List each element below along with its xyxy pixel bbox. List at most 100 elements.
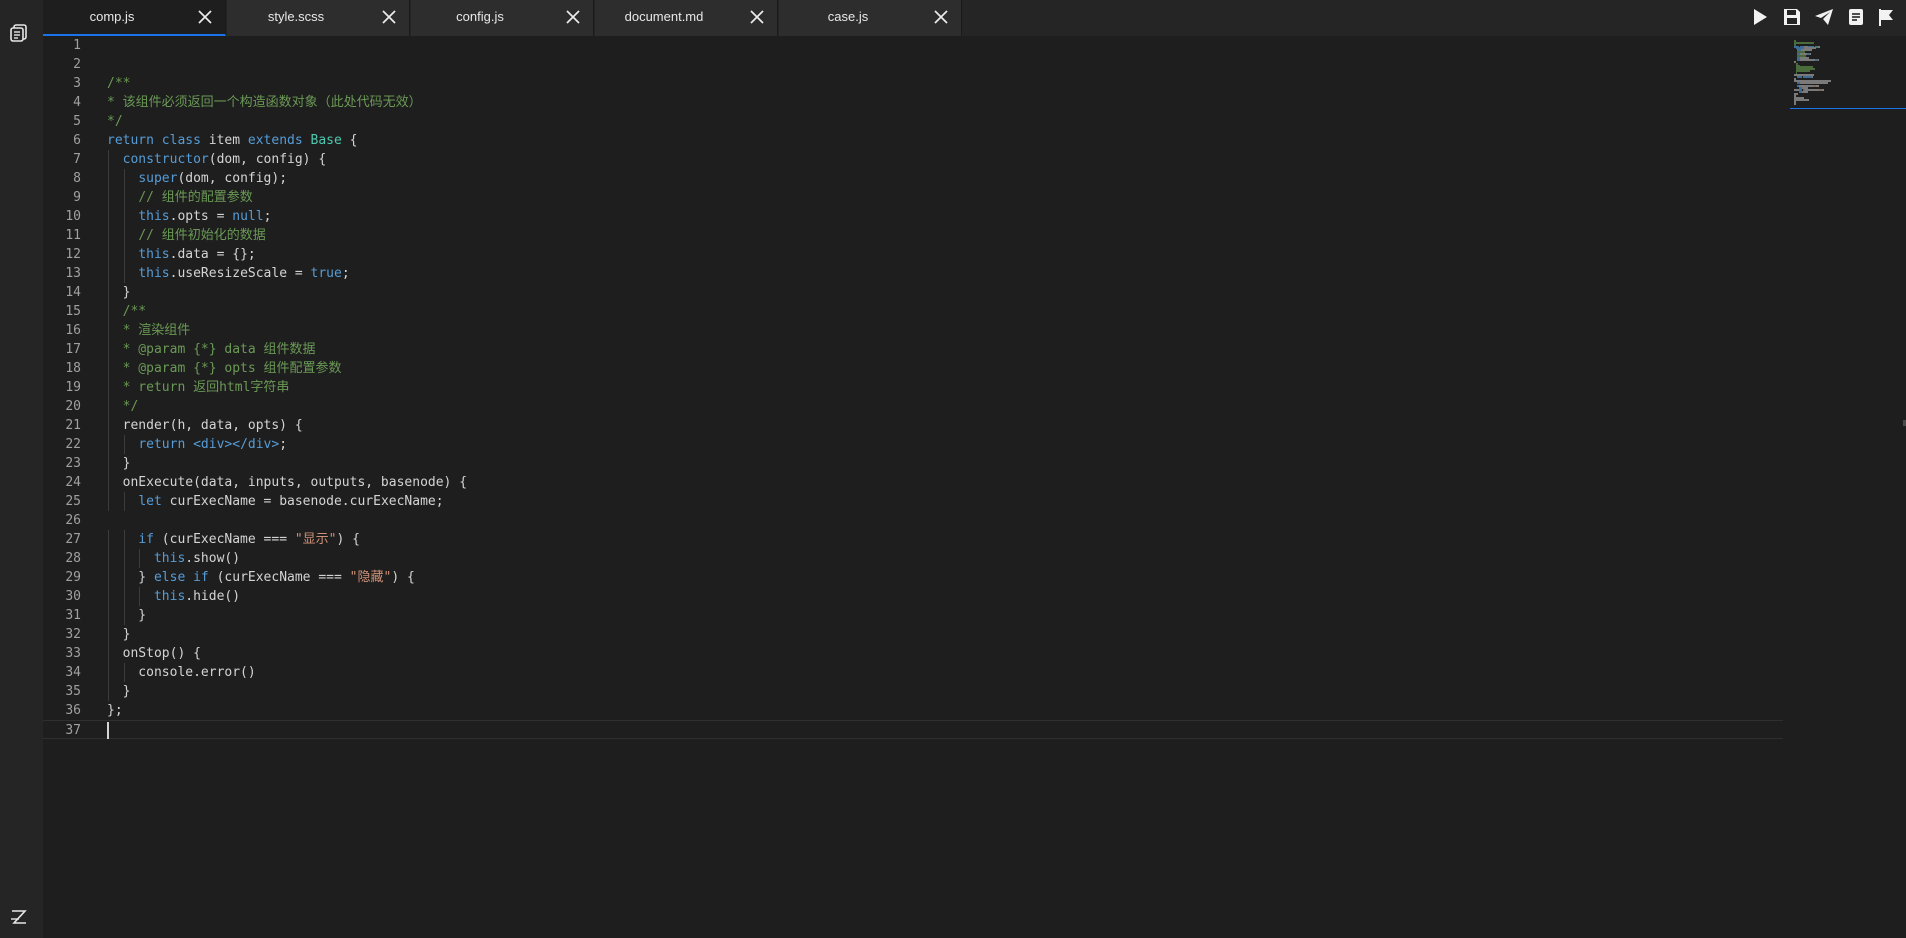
flag-icon[interactable] bbox=[1876, 7, 1896, 27]
tab-label: case.js bbox=[827, 9, 869, 24]
code-line[interactable]: 34 console.error() bbox=[43, 663, 1783, 682]
minimap-line bbox=[1818, 45, 1820, 48]
tab-style-scss[interactable]: style.scss bbox=[227, 0, 410, 36]
code-line[interactable]: 33 onStop() { bbox=[43, 644, 1783, 663]
code-text: } bbox=[107, 606, 146, 625]
code-line[interactable]: 14 } bbox=[43, 283, 1783, 302]
code-line[interactable]: 25 let curExecName = basenode.curExecNam… bbox=[43, 492, 1783, 511]
send-icon[interactable] bbox=[1814, 7, 1834, 27]
code-line[interactable]: 21 render(h, data, opts) { bbox=[43, 416, 1783, 435]
code-line[interactable]: 30 this.hide() bbox=[43, 587, 1783, 606]
code-line[interactable]: 13 this.useResizeScale = true; bbox=[43, 264, 1783, 283]
code-token: else bbox=[153, 570, 186, 585]
code-line[interactable]: 22 return <div></div>; bbox=[43, 435, 1783, 454]
code-line[interactable]: 4 * 该组件必须返回一个构造函数对象（此处代码无效） bbox=[43, 93, 1783, 112]
indent-guide bbox=[108, 359, 109, 378]
tab-label: config.js bbox=[456, 9, 504, 24]
code-token: render(h, data, opts) { bbox=[107, 418, 303, 433]
save-icon[interactable] bbox=[1782, 7, 1802, 27]
code-line[interactable]: 18 * @param {*} opts 组件配置参数 bbox=[43, 359, 1783, 378]
code-line[interactable]: 28 this.show() bbox=[43, 549, 1783, 568]
code-token: } bbox=[107, 570, 154, 585]
code-line[interactable]: 9 // 组件的配置参数 bbox=[43, 188, 1783, 207]
line-number: 18 bbox=[65, 361, 81, 376]
code-line[interactable]: 16 * 渲染组件 bbox=[43, 321, 1783, 340]
code-token: "显示" bbox=[294, 532, 337, 547]
code-token: return bbox=[138, 437, 186, 452]
code-line[interactable]: 37 bbox=[43, 720, 1783, 739]
files-icon[interactable] bbox=[9, 23, 29, 43]
tab-label: style.scss bbox=[267, 9, 325, 24]
tab-document-md[interactable]: document.md bbox=[595, 0, 778, 36]
indent-guide bbox=[123, 606, 125, 625]
code-token: (curExecName === bbox=[208, 570, 350, 585]
indent-guide bbox=[123, 587, 125, 606]
close-icon[interactable] bbox=[381, 9, 397, 25]
code-line[interactable]: 10 this.opts = null; bbox=[43, 207, 1783, 226]
tab-config-js[interactable]: config.js bbox=[411, 0, 594, 36]
tab-comp-js[interactable]: comp.js bbox=[43, 0, 226, 36]
code-token: .useResizeScale = bbox=[169, 266, 311, 281]
close-icon[interactable] bbox=[197, 9, 213, 25]
line-number: 35 bbox=[65, 684, 81, 699]
code-line[interactable]: 19 * return 返回html字符串 bbox=[43, 378, 1783, 397]
code-line[interactable]: 20 */ bbox=[43, 397, 1783, 416]
tab-label: comp.js bbox=[89, 9, 135, 24]
close-icon[interactable] bbox=[749, 9, 765, 25]
code-line[interactable]: 3 /** bbox=[43, 74, 1783, 93]
code-token: return bbox=[107, 133, 154, 148]
run-icon[interactable] bbox=[1750, 7, 1770, 27]
close-icon[interactable] bbox=[933, 9, 949, 25]
code-line[interactable]: 31 } bbox=[43, 606, 1783, 625]
minimap-line bbox=[1822, 89, 1825, 92]
indent-guide bbox=[108, 492, 109, 511]
tab-case-js[interactable]: case.js bbox=[779, 0, 962, 36]
code-text: */ bbox=[107, 397, 139, 416]
code-token: .opts = bbox=[169, 209, 233, 224]
document-icon[interactable] bbox=[1846, 7, 1866, 27]
code-line[interactable]: 1 bbox=[43, 36, 1783, 55]
close-icon[interactable] bbox=[565, 9, 581, 25]
code-line[interactable]: 2 bbox=[43, 55, 1783, 74]
code-line[interactable]: 27 if (curExecName === "显示") { bbox=[43, 530, 1783, 549]
code-token: true bbox=[310, 266, 342, 281]
code-text: this.useResizeScale = true; bbox=[107, 264, 349, 283]
logo-icon[interactable] bbox=[10, 908, 28, 926]
code-token: * return 返回html字符串 bbox=[122, 380, 290, 395]
code-line[interactable]: 24 onExecute(data, inputs, outputs, base… bbox=[43, 473, 1783, 492]
code-text: this.data = {}; bbox=[107, 245, 255, 264]
code-token: item bbox=[200, 133, 248, 148]
code-line[interactable]: 5 */ bbox=[43, 112, 1783, 131]
code-line[interactable]: 15 /** bbox=[43, 302, 1783, 321]
code-line[interactable]: 23 } bbox=[43, 454, 1783, 473]
code-text: } bbox=[107, 454, 131, 473]
indent-guide bbox=[123, 264, 125, 283]
line-number: 21 bbox=[65, 418, 81, 433]
code-line[interactable]: 11 // 组件初始化的数据 bbox=[43, 226, 1783, 245]
code-line[interactable]: 17 * @param {*} data 组件数据 bbox=[43, 340, 1783, 359]
indent-guide bbox=[108, 568, 109, 587]
indent-guide bbox=[108, 169, 109, 188]
code-line[interactable]: 35 } bbox=[43, 682, 1783, 701]
code-line[interactable]: 26 bbox=[43, 511, 1783, 530]
code-editor[interactable]: 1 2 3/** 4 * 该组件必须返回一个构造函数对象（此处代码无效） 5 */6 retu… bbox=[43, 36, 1783, 938]
code-token: .show() bbox=[185, 551, 241, 566]
code-text: * 渲染组件 bbox=[107, 321, 191, 340]
tab-label: document.md bbox=[624, 9, 704, 24]
code-line[interactable]: 7 constructor(dom, config) { bbox=[43, 150, 1783, 169]
line-number: 32 bbox=[65, 627, 81, 642]
code-token: ) { bbox=[391, 570, 415, 585]
code-line[interactable]: 36}; bbox=[43, 701, 1783, 720]
code-text: return class item extends Base { bbox=[107, 131, 358, 150]
minimap[interactable] bbox=[1790, 36, 1906, 109]
code-line[interactable]: 12 this.data = {}; bbox=[43, 245, 1783, 264]
code-line[interactable]: 8 super(dom, config); bbox=[43, 169, 1783, 188]
code-token: super bbox=[138, 171, 178, 186]
code-line[interactable]: 6 return class item extends Base { bbox=[43, 131, 1783, 150]
code-token: this bbox=[138, 209, 170, 224]
code-line[interactable]: 29 } else if (curExecName === "隐藏") { bbox=[43, 568, 1783, 587]
code-line[interactable]: 32 } bbox=[43, 625, 1783, 644]
